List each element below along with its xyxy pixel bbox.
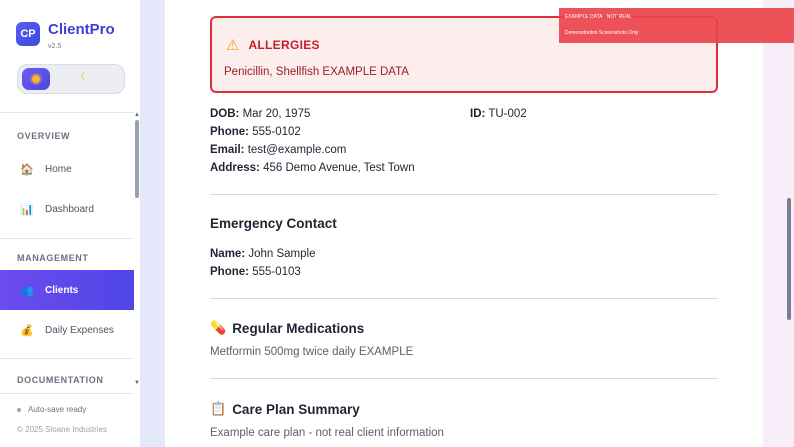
sidebar-item-daily-expenses[interactable]: 💰 Daily Expenses bbox=[0, 310, 134, 350]
id-value: TU-002 bbox=[488, 108, 527, 120]
warning-icon: ⚠ bbox=[226, 37, 240, 54]
bar-chart-icon: 📊 bbox=[20, 203, 34, 216]
emergency-phone-value: 555-0103 bbox=[252, 266, 301, 278]
divider bbox=[0, 393, 134, 394]
divider bbox=[210, 298, 718, 299]
section-label-documentation: DOCUMENTATION bbox=[17, 375, 104, 385]
emergency-name-label: Name: bbox=[210, 248, 246, 260]
app-version: v2.5 bbox=[48, 43, 62, 50]
sidebar-scroll-thumb[interactable] bbox=[135, 120, 139, 198]
address-value: 456 Demo Avenue, Test Town bbox=[263, 162, 415, 174]
app-logo: CP bbox=[16, 22, 40, 46]
care-plan-title: Care Plan Summary bbox=[232, 401, 360, 417]
client-id: ID: TU-002 bbox=[470, 108, 527, 120]
care-plan-section-title: 📋 Care Plan Summary bbox=[210, 401, 360, 417]
theme-toggle[interactable]: ☾ bbox=[17, 64, 125, 94]
sidebar-item-dashboard[interactable]: 📊 Dashboard bbox=[0, 189, 134, 229]
allergy-heading: ALLERGIES bbox=[248, 38, 320, 52]
autosave-status-text: Auto-save ready bbox=[28, 405, 87, 414]
autosave-status: Auto-save ready bbox=[17, 405, 86, 414]
section-label-overview: OVERVIEW bbox=[17, 131, 71, 141]
emergency-name-value: John Sample bbox=[248, 248, 316, 260]
sidebar-scrollbar[interactable]: ▲ ▼ bbox=[134, 112, 140, 390]
email-label: Email: bbox=[210, 144, 245, 156]
divider bbox=[210, 194, 718, 195]
people-icon: 👥 bbox=[20, 284, 34, 297]
sidebar-item-label: Dashboard bbox=[45, 203, 94, 215]
divider bbox=[210, 378, 718, 379]
emergency-phone: Phone: 555-0103 bbox=[210, 266, 301, 278]
watermark-line-2: Demonstration Screenshots Only bbox=[565, 30, 639, 36]
divider bbox=[0, 358, 134, 359]
scroll-up-arrow-icon[interactable]: ▲ bbox=[134, 112, 140, 118]
sidebar-item-label: Clients bbox=[45, 284, 79, 296]
client-phone: Phone: 555-0102 bbox=[210, 126, 301, 138]
section-label-management: MANAGEMENT bbox=[17, 253, 89, 263]
phone-value: 555-0102 bbox=[252, 126, 301, 138]
status-dot-icon bbox=[17, 407, 21, 412]
sidebar-item-clients[interactable]: 👥 Clients bbox=[0, 270, 134, 310]
divider bbox=[0, 112, 134, 113]
divider bbox=[0, 238, 134, 239]
watermark-line-1: EXAMPLE DATA · NOT REAL bbox=[565, 14, 632, 20]
medications-text: Metformin 500mg twice daily EXAMPLE bbox=[210, 346, 414, 358]
id-label: ID: bbox=[470, 108, 486, 120]
medications-section-title: 💊 Regular Medications bbox=[210, 320, 364, 336]
scroll-down-arrow-icon[interactable]: ▼ bbox=[134, 380, 140, 386]
client-detail-card: ⚠ ALLERGIES Penicillin, Shellfish EXAMPL… bbox=[165, 0, 763, 447]
client-dob: DOB: Mar 20, 1975 bbox=[210, 108, 310, 120]
example-data-watermark: EXAMPLE DATA · NOT REAL Demonstration Sc… bbox=[559, 8, 794, 43]
moon-icon: ☾ bbox=[80, 72, 89, 83]
care-plan-text: Example care plan - not real client info… bbox=[210, 427, 444, 439]
page-scrollbar[interactable] bbox=[784, 0, 794, 447]
emergency-phone-label: Phone: bbox=[210, 266, 249, 278]
brand[interactable]: CP ClientPro v2.5 bbox=[16, 22, 115, 50]
app-title: ClientPro bbox=[48, 21, 115, 38]
medications-title: Regular Medications bbox=[232, 320, 365, 336]
client-email: Email: test@example.com bbox=[210, 144, 346, 156]
pill-icon: 💊 bbox=[210, 320, 227, 335]
page-scroll-thumb[interactable] bbox=[787, 198, 791, 320]
email-value: test@example.com bbox=[247, 144, 347, 156]
phone-label: Phone: bbox=[210, 126, 249, 138]
dob-value: Mar 20, 1975 bbox=[242, 108, 311, 120]
house-icon: 🏠 bbox=[20, 163, 34, 176]
sidebar-item-label: Daily Expenses bbox=[45, 324, 114, 336]
sun-icon bbox=[32, 75, 40, 83]
sidebar: CP ClientPro v2.5 ☾ OVERVIEW 🏠 Home 📊 Da… bbox=[0, 0, 141, 447]
emergency-contact-title: Emergency Contact bbox=[210, 216, 337, 231]
emergency-name: Name: John Sample bbox=[210, 248, 315, 260]
sidebar-item-home[interactable]: 🏠 Home bbox=[0, 149, 134, 189]
client-address: Address: 456 Demo Avenue, Test Town bbox=[210, 162, 415, 174]
copyright: © 2025 Sloane Industries bbox=[17, 425, 107, 434]
theme-toggle-thumb[interactable] bbox=[22, 68, 50, 90]
money-bag-icon: 💰 bbox=[20, 324, 34, 337]
allergy-list: Penicillin, Shellfish EXAMPLE DATA bbox=[224, 66, 409, 78]
address-label: Address: bbox=[210, 162, 260, 174]
dob-label: DOB: bbox=[210, 108, 240, 120]
sidebar-item-label: Home bbox=[45, 163, 72, 175]
clipboard-icon: 📋 bbox=[210, 401, 227, 416]
